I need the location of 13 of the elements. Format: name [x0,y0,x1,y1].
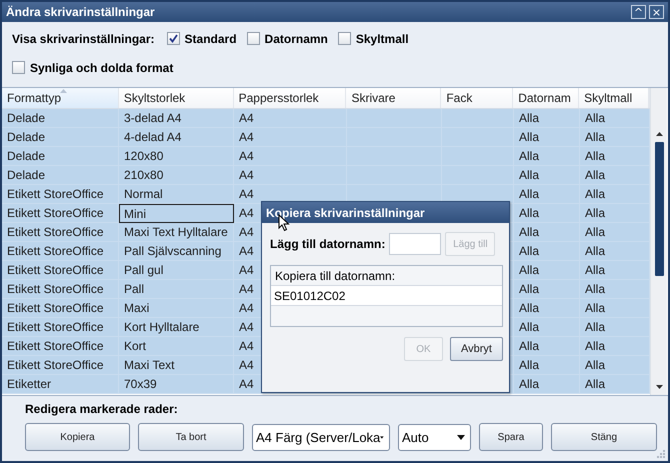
checkbox-label: Synliga och dolda format [30,60,174,74]
table-cell: 70x39 [119,375,234,394]
table-cell: Alla [514,375,580,394]
checkbox-label: Datornamn [264,32,328,46]
table-cell: Mini [119,204,234,223]
dialog-title: Kopiera skrivarinställningar [262,202,509,223]
filter-label: Visa skrivarinställningar: [12,32,155,46]
table-cell: Etiketter [2,375,119,394]
section-label: Redigera markerade rader: [25,402,179,418]
window-title: Ändra skrivarinställningar [6,5,155,19]
table-cell: Normal [119,185,234,204]
checkbox-label: Skyltmall [356,32,409,46]
checkbox-label: Standard [184,32,237,46]
